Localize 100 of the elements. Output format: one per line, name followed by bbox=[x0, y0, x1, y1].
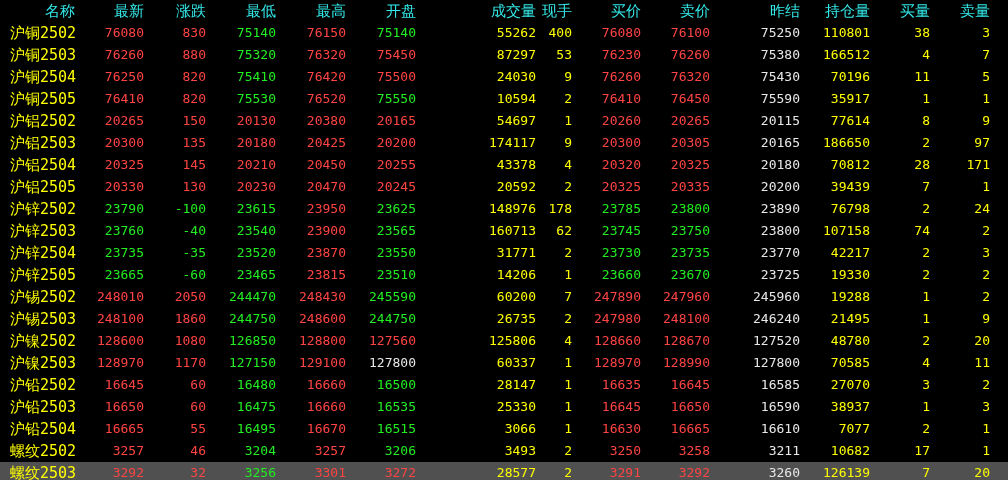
table-row[interactable]: 沪镍2502 128600 1080 126850 128800 127560 125806 4 128660 128670 127520 48780 2 20 bbox=[0, 330, 1008, 352]
column-header[interactable]: 最新 bbox=[75, 1, 144, 21]
table-row[interactable]: 沪铝2504 20325 145 20210 20450 20255 43378 4 20320 20325 20180 70812 28 171 bbox=[0, 154, 1008, 176]
table-cell-text: 20 bbox=[973, 464, 990, 480]
contract-name: 沪锌2504 bbox=[9, 243, 75, 264]
table-cell-text: 1 bbox=[981, 442, 990, 460]
table-row[interactable]: 沪锌2502 23790 -100 23615 23950 23625 148976 178 23785 23800 23890 76798 2 24 bbox=[0, 198, 1008, 220]
table-cell-text: 1170 bbox=[173, 354, 206, 372]
table-cell-text: 1 bbox=[921, 398, 930, 416]
table-row[interactable]: 螺纹2503 3292 32 3256 3301 3272 28577 2 3291 3292 3260 126139 7 20 bbox=[0, 462, 1008, 480]
table-cell-text: 2 bbox=[981, 288, 990, 306]
table-cell-text: 246240 bbox=[752, 310, 800, 328]
table-cell-text: 166512 bbox=[822, 46, 870, 64]
table-cell-text: 820 bbox=[181, 68, 206, 86]
contract-name: 沪镍2503 bbox=[9, 353, 75, 374]
column-header[interactable]: 买量 bbox=[870, 1, 930, 21]
table-row[interactable]: 沪锡2502 248010 2050 244470 248430 245590 60200 7 247890 247960 245960 19288 1 2 bbox=[0, 286, 1008, 308]
table-cell-text: 247980 bbox=[593, 310, 641, 328]
column-header[interactable]: 名称 bbox=[0, 1, 75, 21]
column-header[interactable]: 成交量 bbox=[416, 1, 536, 21]
contract-name: 沪锌2505 bbox=[9, 265, 75, 286]
table-cell-text: 110801 bbox=[822, 24, 870, 42]
table-cell-text: 16645 bbox=[600, 398, 641, 416]
table-cell-text: 4 bbox=[921, 354, 930, 372]
table-cell-text: 23625 bbox=[375, 200, 416, 218]
contract-name: 沪铜2505 bbox=[9, 89, 75, 110]
table-cell-text: 23900 bbox=[305, 222, 346, 240]
table-cell-text: 3211 bbox=[767, 442, 800, 460]
table-cell-text: 62 bbox=[555, 222, 572, 240]
table-cell-text: 248010 bbox=[96, 288, 144, 306]
table-cell-text: 20265 bbox=[103, 112, 144, 130]
table-cell-text: 2 bbox=[921, 266, 930, 284]
table-cell-text: 20165 bbox=[375, 112, 416, 130]
table-cell-text: 11 bbox=[973, 354, 990, 372]
column-header[interactable]: 最低 bbox=[206, 1, 276, 21]
table-row[interactable]: 沪铜2505 76410 820 75530 76520 75550 10594 2 76410 76450 75590 35917 1 1 bbox=[0, 88, 1008, 110]
table-cell-text: 53 bbox=[555, 46, 572, 64]
table-cell-text: 77614 bbox=[829, 112, 870, 130]
table-row[interactable]: 沪铜2502 76080 830 75140 76150 75140 55262 400 76080 76100 75250 110801 38 3 bbox=[0, 22, 1008, 44]
table-cell-text: 75500 bbox=[375, 68, 416, 86]
table-cell-text: 830 bbox=[181, 24, 206, 42]
table-row[interactable]: 沪锌2505 23665 -60 23465 23815 23510 14206 1 23660 23670 23725 19330 2 2 bbox=[0, 264, 1008, 286]
column-header[interactable]: 昨结 bbox=[710, 1, 800, 21]
table-cell-text: 16665 bbox=[669, 420, 710, 438]
table-cell-text: 76320 bbox=[669, 68, 710, 86]
table-cell-text: 128670 bbox=[662, 332, 710, 350]
column-header[interactable]: 涨跌 bbox=[144, 1, 206, 21]
table-cell-text: 20380 bbox=[305, 112, 346, 130]
table-row[interactable]: 沪镍2503 128970 1170 127150 129100 127800 60337 1 128970 128990 127800 70585 4 11 bbox=[0, 352, 1008, 374]
table-cell-text: 31771 bbox=[495, 244, 536, 262]
column-header[interactable]: 持仓量 bbox=[800, 1, 870, 21]
table-cell-text: 2 bbox=[981, 222, 990, 240]
table-cell-text: 127520 bbox=[752, 332, 800, 350]
table-cell-text: 19330 bbox=[829, 266, 870, 284]
table-cell-text: 128800 bbox=[298, 332, 346, 350]
table-cell-text: 129100 bbox=[298, 354, 346, 372]
table-cell-text: 20592 bbox=[495, 178, 536, 196]
table-cell-text: 3301 bbox=[313, 464, 346, 480]
table-cell-text: 35917 bbox=[829, 90, 870, 108]
column-header[interactable]: 卖价 bbox=[641, 1, 710, 21]
table-cell-text: 3272 bbox=[383, 464, 416, 480]
table-row[interactable]: 沪铝2502 20265 150 20130 20380 20165 54697 1 20260 20265 20115 77614 8 9 bbox=[0, 110, 1008, 132]
table-cell-text: 70812 bbox=[829, 156, 870, 174]
table-row[interactable]: 沪锡2503 248100 1860 244750 248600 244750 26735 2 247980 248100 246240 21495 1 9 bbox=[0, 308, 1008, 330]
table-row[interactable]: 沪铅2504 16665 55 16495 16670 16515 3066 1 16630 16665 16610 7077 2 1 bbox=[0, 418, 1008, 440]
column-header[interactable]: 现手 bbox=[536, 1, 572, 21]
table-cell-text: 3 bbox=[981, 24, 990, 42]
table-cell-text: 23725 bbox=[759, 266, 800, 284]
table-cell-text: 16590 bbox=[759, 398, 800, 416]
table-cell-text: 75550 bbox=[375, 90, 416, 108]
table-cell-text: 38 bbox=[913, 24, 930, 42]
table-row[interactable]: 沪铜2504 76250 820 75410 76420 75500 24030 9 76260 76320 75430 70196 11 5 bbox=[0, 66, 1008, 88]
table-cell-text: 25330 bbox=[495, 398, 536, 416]
table-row[interactable]: 螺纹2502 3257 46 3204 3257 3206 3493 2 3250 3258 3211 10682 17 1 bbox=[0, 440, 1008, 462]
contract-name: 沪铝2505 bbox=[9, 177, 75, 198]
table-row[interactable]: 沪铅2502 16645 60 16480 16660 16500 28147 1 16635 16645 16585 27070 3 2 bbox=[0, 374, 1008, 396]
table-cell-text: 17 bbox=[913, 442, 930, 460]
table-cell-text: 3258 bbox=[677, 442, 710, 460]
table-cell-text: -35 bbox=[181, 244, 206, 262]
table-cell-text: 16650 bbox=[103, 398, 144, 416]
table-cell-text: 23550 bbox=[375, 244, 416, 262]
table-row[interactable]: 沪铝2505 20330 130 20230 20470 20245 20592 2 20325 20335 20200 39439 7 1 bbox=[0, 176, 1008, 198]
table-cell-text: 16585 bbox=[759, 376, 800, 394]
table-row[interactable]: 沪铅2503 16650 60 16475 16660 16535 25330 1 16645 16650 16590 38937 1 3 bbox=[0, 396, 1008, 418]
table-row[interactable]: 沪锌2503 23760 -40 23540 23900 23565 160713 62 23745 23750 23800 107158 74 2 bbox=[0, 220, 1008, 242]
table-row[interactable]: 沪锌2504 23735 -35 23520 23870 23550 31771 2 23730 23735 23770 42217 2 3 bbox=[0, 242, 1008, 264]
table-cell-text: 20425 bbox=[305, 134, 346, 152]
table-cell-text: 244470 bbox=[228, 288, 276, 306]
table-cell-text: 248430 bbox=[298, 288, 346, 306]
table-cell-text: 23660 bbox=[600, 266, 641, 284]
column-header[interactable]: 开盘 bbox=[346, 1, 416, 21]
column-header[interactable]: 卖量 bbox=[930, 1, 990, 21]
table-cell-text: 16670 bbox=[305, 420, 346, 438]
column-header[interactable]: 最高 bbox=[276, 1, 346, 21]
table-cell-text: 127560 bbox=[368, 332, 416, 350]
table-cell-text: 9 bbox=[981, 310, 990, 328]
table-cell-text: 400 bbox=[547, 24, 572, 42]
table-row[interactable]: 沪铜2503 76260 880 75320 76320 75450 87297 53 76230 76260 75380 166512 4 7 bbox=[0, 44, 1008, 66]
column-header[interactable]: 买价 bbox=[572, 1, 641, 21]
table-row[interactable]: 沪铝2503 20300 135 20180 20425 20200 174117 9 20300 20305 20165 186650 2 97 bbox=[0, 132, 1008, 154]
